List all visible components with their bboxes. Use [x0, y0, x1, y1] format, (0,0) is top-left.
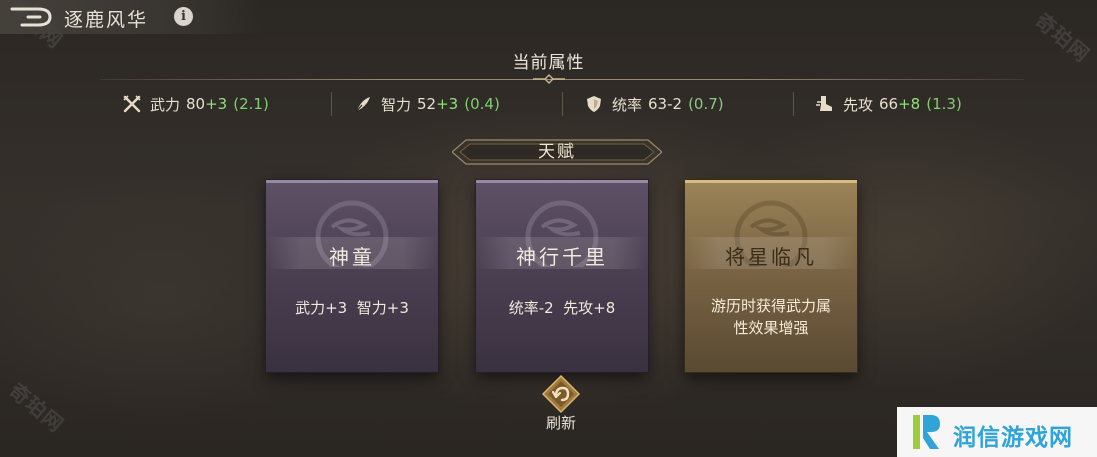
talent-description: 游历时获得武力属 性效果增强 [699, 295, 843, 339]
stat-bonus-value: -2 [667, 95, 683, 113]
stat-base-value: 63 [648, 95, 668, 113]
stat-force: 武力 80 +3 (2.1) [100, 88, 331, 120]
talent-name: 神行千里 [516, 245, 608, 269]
talent-title: 天赋 [538, 142, 576, 162]
stat-intelligence: 智力 52 +3 (0.4) [331, 88, 562, 120]
crossed-swords-icon [123, 95, 141, 113]
stat-base-value: 80 [186, 95, 206, 113]
talent-name: 神童 [329, 245, 375, 269]
stat-bonus-value: +3 [205, 95, 228, 113]
back-arrow-icon [10, 7, 52, 27]
talent-desc-line: 武力+3 智力+3 [295, 299, 409, 317]
stats-row: 武力 80 +3 (2.1) 智力 52 +3 (0.4) 统率 63 -2 (… [100, 88, 1024, 120]
shield-icon [587, 96, 601, 112]
brand-logo: 润信游戏网 [897, 407, 1097, 457]
stat-growth-value: (0.4) [464, 95, 500, 113]
watermark-text: 奇珀网 [4, 378, 69, 438]
talent-desc-line: 统率-2 先攻+8 [508, 299, 616, 317]
talent-name: 将星临凡 [725, 245, 817, 269]
divider-ornament-icon [533, 74, 565, 84]
back-button[interactable] [8, 4, 56, 30]
talent-description: 武力+3 智力+3 [280, 297, 424, 319]
page-title: 逐鹿风华 [64, 9, 149, 31]
talent-card[interactable]: 将星临凡 游历时获得武力属 性效果增强 [685, 180, 857, 372]
brand-text: 润信游戏网 [953, 425, 1073, 451]
stat-growth-value: (0.7) [688, 95, 724, 113]
boot-icon [816, 96, 832, 111]
brand-r-logo [913, 415, 940, 449]
quill-icon [355, 97, 370, 113]
top-bar: 逐鹿风华 i [0, 0, 260, 34]
stat-label: 智力 [381, 95, 412, 114]
talent-desc-line: 性效果增强 [733, 319, 809, 337]
stat-command: 统率 63 -2 (0.7) [562, 88, 793, 120]
stat-initiative: 先攻 66 +8 (1.3) [793, 88, 1024, 120]
refresh-icon [541, 374, 581, 414]
stat-label: 统率 [612, 95, 643, 114]
info-icon[interactable]: i [174, 7, 193, 26]
attributes-title: 当前属性 [512, 53, 585, 73]
stat-growth-value: (2.1) [233, 95, 269, 113]
talent-description: 统率-2 先攻+8 [490, 297, 634, 319]
stat-base-value: 66 [879, 95, 899, 113]
stat-bonus-value: +3 [436, 95, 459, 113]
talent-desc-line: 游历时获得武力属 [710, 297, 831, 315]
stat-label: 先攻 [843, 95, 874, 114]
refresh-button[interactable] [540, 374, 582, 414]
stat-base-value: 52 [417, 95, 437, 113]
stat-growth-value: (1.3) [926, 95, 962, 113]
refresh-label: 刷新 [545, 414, 576, 432]
stat-bonus-value: +8 [898, 95, 921, 113]
talent-card[interactable]: 神童 武力+3 智力+3 [266, 180, 438, 372]
talent-card[interactable]: 神行千里 统率-2 先攻+8 [476, 180, 648, 372]
stat-label: 武力 [150, 95, 181, 114]
